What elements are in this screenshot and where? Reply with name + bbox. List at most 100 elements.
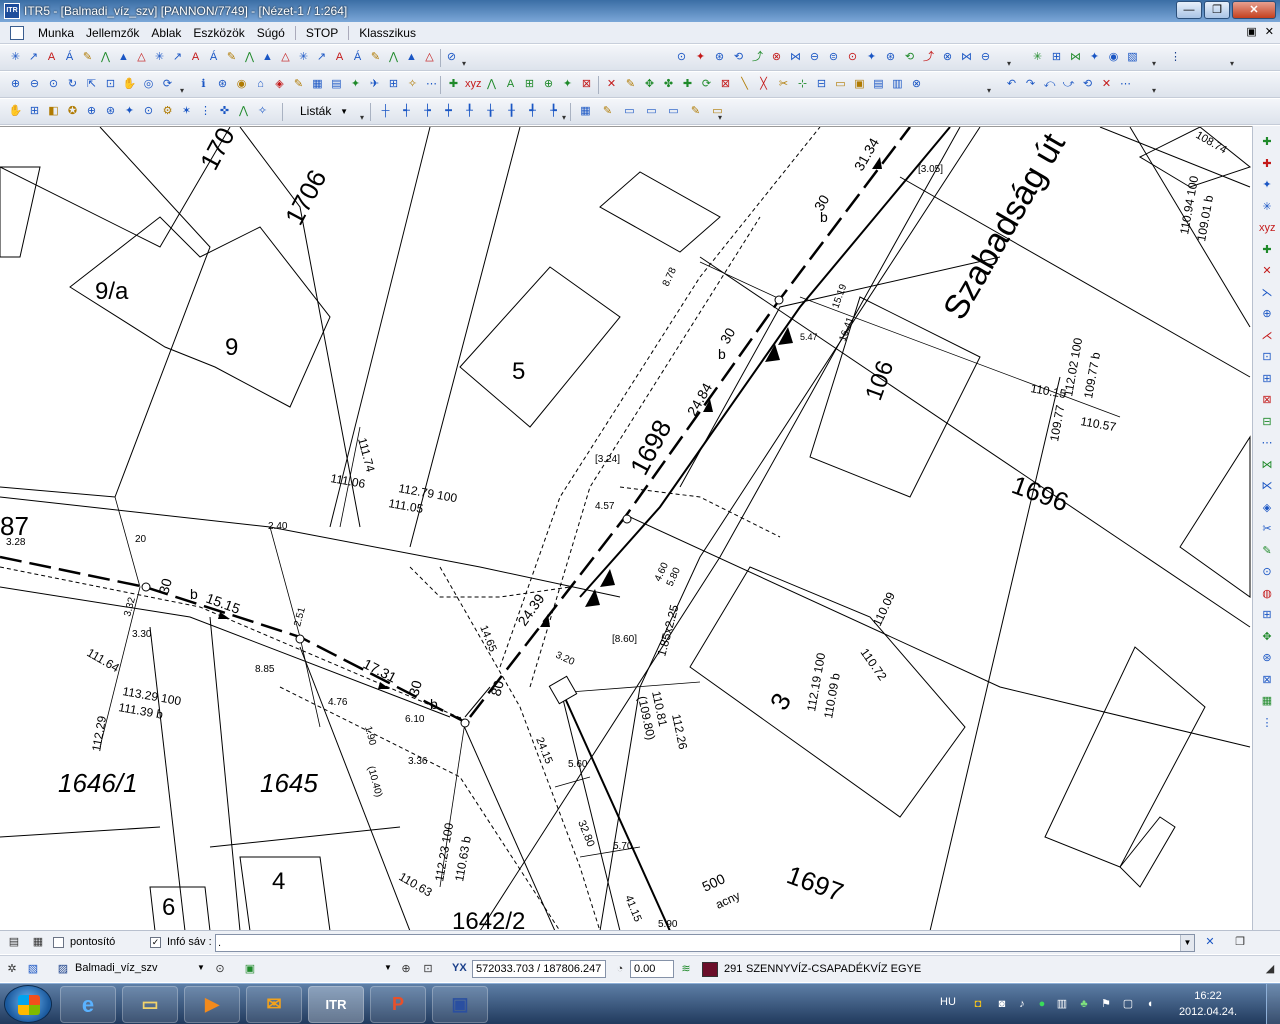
draw-tool-icon[interactable]: ⋀ xyxy=(98,50,113,65)
view-tool-icon[interactable]: ⟳ xyxy=(160,77,175,92)
modify-tool-icon[interactable]: ⊹ xyxy=(795,77,810,92)
side-tool-icon[interactable]: ⊠ xyxy=(1259,392,1275,408)
point-tool-icon[interactable]: ⊠ xyxy=(579,77,594,92)
grid-tool-icon[interactable]: ╄ xyxy=(546,104,561,119)
modify-tool-icon[interactable]: ▣ xyxy=(852,77,867,92)
draw-tool-icon[interactable]: ↗ xyxy=(170,50,185,65)
draw-tool-icon[interactable]: ✳ xyxy=(296,50,311,65)
extra-tool-icon[interactable]: ⋈ xyxy=(1068,50,1083,65)
snap-tool-icon[interactable]: ⊗ xyxy=(769,50,784,65)
info-tool-icon[interactable]: ℹ xyxy=(196,77,211,92)
draw-tool-icon[interactable]: A xyxy=(332,50,347,65)
toolbar-overflow-icon[interactable]: ▾ xyxy=(1228,49,1236,68)
side-tool-icon[interactable]: ⋈ xyxy=(1259,457,1275,473)
snap-tool-icon[interactable]: ⊙ xyxy=(674,50,689,65)
print-icon[interactable]: ▤ xyxy=(6,934,22,950)
snap-tool-icon[interactable]: ⤴ xyxy=(750,50,765,65)
snap-tool-icon[interactable]: ⊗ xyxy=(940,50,955,65)
zoom-window-icon[interactable]: ⊡ xyxy=(420,961,436,977)
info-tool-icon[interactable]: ✧ xyxy=(405,77,420,92)
document-icon[interactable] xyxy=(10,25,24,40)
side-tool-icon[interactable]: ✚ xyxy=(1259,242,1275,258)
show-desktop-button[interactable] xyxy=(1266,984,1280,1024)
zoom-icon[interactable]: ⊙ xyxy=(212,961,228,977)
info-tool-icon[interactable]: ▦ xyxy=(310,77,325,92)
toolbar-overflow-icon[interactable]: ▾ xyxy=(1005,49,1013,68)
draw-tool-icon[interactable]: △ xyxy=(134,50,149,65)
modify-tool-icon[interactable]: ▤ xyxy=(871,77,886,92)
view-tool-icon[interactable]: ✋ xyxy=(122,77,137,92)
snap-tool-icon[interactable]: ⊖ xyxy=(978,50,993,65)
draw-tool-icon[interactable]: ✳ xyxy=(8,50,23,65)
snap-tool-icon[interactable]: ⊖ xyxy=(807,50,822,65)
info-tool-icon[interactable]: ◉ xyxy=(234,77,249,92)
snap-tool-icon[interactable]: ⊛ xyxy=(712,50,727,65)
monitor-icon[interactable]: ▢ xyxy=(1120,996,1136,1012)
undo-redo-icon[interactable]: ⟲ xyxy=(1080,77,1095,92)
draw-tool-icon[interactable]: ✳ xyxy=(152,50,167,65)
side-tool-icon[interactable]: ◍ xyxy=(1259,586,1275,602)
draw-tool-icon[interactable]: ⋀ xyxy=(386,50,401,65)
select-tool-icon[interactable]: ⊞ xyxy=(27,104,42,119)
tray-app-icon[interactable]: ♣ xyxy=(1076,996,1092,1012)
draw-tool-icon[interactable]: ✎ xyxy=(224,50,239,65)
edit-tool-icon[interactable]: ✤ xyxy=(661,77,676,92)
grid-tool-icon[interactable]: ┾ xyxy=(420,104,435,119)
table-tool-icon[interactable]: ▦ xyxy=(578,104,593,119)
snap-tool-icon[interactable]: ⊜ xyxy=(826,50,841,65)
draw-tool-icon[interactable]: ⋀ xyxy=(242,50,257,65)
edit-tool-icon[interactable]: ✕ xyxy=(604,77,619,92)
table-tool-icon[interactable]: ▭ xyxy=(622,104,637,119)
info-sav-field[interactable]: . ▼ xyxy=(215,934,1195,952)
language-indicator[interactable]: HU xyxy=(940,996,956,1008)
side-tool-icon[interactable]: ⊕ xyxy=(1259,306,1275,322)
point-tool-icon[interactable]: ✦ xyxy=(560,77,575,92)
view-tool-icon[interactable]: ◎ xyxy=(141,77,156,92)
itr-taskbar-button[interactable]: ITR xyxy=(308,986,364,1023)
clock-date[interactable]: 2012.04.24. xyxy=(1176,1006,1240,1018)
edit-tool-icon[interactable]: ⟳ xyxy=(699,77,714,92)
select-tool-icon[interactable]: ◧ xyxy=(46,104,61,119)
view-tool-icon[interactable]: ⊖ xyxy=(27,77,42,92)
mdi-restore-button[interactable]: ▣ xyxy=(1246,25,1256,38)
menu-ablak[interactable]: Ablak xyxy=(145,26,187,40)
grid-tool-icon[interactable]: ╁ xyxy=(483,104,498,119)
side-tool-icon[interactable]: ⊟ xyxy=(1259,414,1275,430)
info-tool-icon[interactable]: ⋯ xyxy=(424,77,439,92)
select-tool-icon[interactable]: ⋀ xyxy=(236,104,251,119)
select-tool-icon[interactable]: ✧ xyxy=(255,104,270,119)
snap-tool-icon[interactable]: ✦ xyxy=(693,50,708,65)
view-tool-icon[interactable]: ⇱ xyxy=(84,77,99,92)
select-tool-icon[interactable]: ✶ xyxy=(179,104,194,119)
select-tool-icon[interactable]: ⊛ xyxy=(103,104,118,119)
draw-tool-icon[interactable]: Á xyxy=(62,50,77,65)
side-tool-icon[interactable]: ✥ xyxy=(1259,629,1275,645)
tray-app-icon[interactable]: ◙ xyxy=(994,996,1010,1012)
info-tool-icon[interactable]: ⊞ xyxy=(386,77,401,92)
point-tool-icon[interactable]: A xyxy=(503,77,518,92)
snap-tool-icon[interactable]: ⊛ xyxy=(883,50,898,65)
side-tool-icon[interactable]: ⋋ xyxy=(1259,285,1275,301)
side-tool-icon[interactable]: ⋌ xyxy=(1259,328,1275,344)
side-tool-icon[interactable]: ▦ xyxy=(1259,693,1275,709)
ie-icon[interactable]: e xyxy=(60,986,116,1023)
clock-time[interactable]: 16:22 xyxy=(1176,990,1240,1002)
snap-tool-icon[interactable]: ⤴ xyxy=(921,50,936,65)
side-tool-icon[interactable]: ✚ xyxy=(1259,156,1275,172)
view-selector[interactable]: ▼ xyxy=(262,960,394,978)
select-tool-icon[interactable]: ✜ xyxy=(217,104,232,119)
draw-tool-icon[interactable]: △ xyxy=(422,50,437,65)
undo-redo-icon[interactable]: ↷ xyxy=(1023,77,1038,92)
edit-tool-icon[interactable]: ✎ xyxy=(623,77,638,92)
grid-tool-icon[interactable]: ╀ xyxy=(462,104,477,119)
select-tool-icon[interactable]: ⚙ xyxy=(160,104,175,119)
side-tool-icon[interactable]: ⊛ xyxy=(1259,650,1275,666)
snap-tool-icon[interactable]: ⟲ xyxy=(731,50,746,65)
info-tool-icon[interactable]: ⌂ xyxy=(253,77,268,92)
menu-jellemzok[interactable]: Jellemzők xyxy=(80,26,145,40)
side-tool-icon[interactable]: ⊡ xyxy=(1259,349,1275,365)
project-selector[interactable]: Balmadi_víz_szv ▼ xyxy=(72,960,207,978)
side-tool-icon[interactable]: ✕ xyxy=(1259,263,1275,279)
toolbar-overflow-icon[interactable]: ▾ xyxy=(985,76,993,95)
toolbar-overflow-icon[interactable]: ▾ xyxy=(1150,76,1158,95)
